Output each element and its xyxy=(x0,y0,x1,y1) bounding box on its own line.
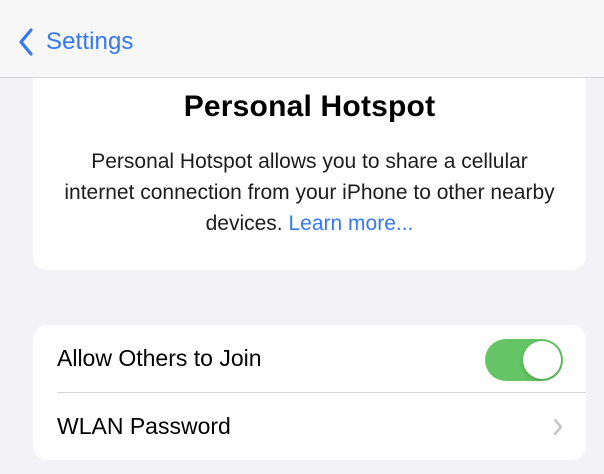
learn-more-link[interactable]: Learn more... xyxy=(288,212,413,235)
allow-others-row: Allow Others to Join xyxy=(33,325,586,392)
hotspot-settings-group: Allow Others to Join WLAN Password xyxy=(33,325,586,460)
page-title: Personal Hotspot xyxy=(183,90,436,123)
allow-others-toggle[interactable] xyxy=(485,339,563,381)
hotspot-description: Personal Hotspot allows you to share a c… xyxy=(61,146,558,239)
wlan-password-row[interactable]: WLAN Password xyxy=(33,393,586,460)
chevron-left-icon xyxy=(18,28,34,56)
toggle-knob xyxy=(523,341,561,379)
back-label: Settings xyxy=(46,28,134,55)
navigation-bar: Settings xyxy=(0,0,604,78)
hotspot-info-card: Personal Hotspot Personal Hotspot allows… xyxy=(33,78,586,270)
wlan-password-label: WLAN Password xyxy=(57,413,231,439)
allow-others-label: Allow Others to Join xyxy=(57,345,262,371)
back-button[interactable]: Settings xyxy=(18,22,134,62)
chevron-right-icon xyxy=(552,417,564,437)
